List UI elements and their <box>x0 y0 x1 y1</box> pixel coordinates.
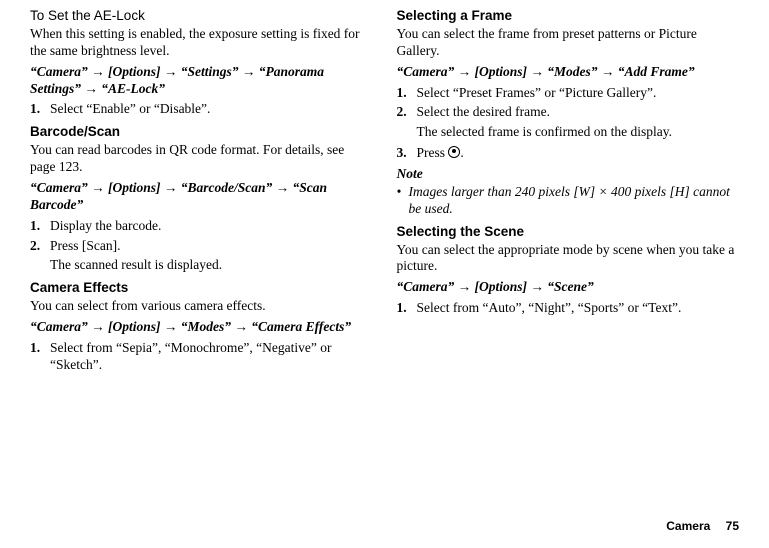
page: To Set the AE-Lock When this setting is … <box>0 0 769 548</box>
step-text: Select from “Auto”, “Night”, “Sports” or… <box>417 300 740 317</box>
right-column: Selecting a Frame You can select the fra… <box>397 8 740 377</box>
footer-section: Camera <box>666 519 710 533</box>
step-number: 2. <box>397 104 417 121</box>
scene-body: You can select the appropriate mode by s… <box>397 242 740 276</box>
step-text: Select from “Sepia”, “Monochrome”, “Nega… <box>50 340 373 374</box>
frame-step1: 1. Select “Preset Frames” or “Picture Ga… <box>397 85 740 102</box>
barcode-path: “Camera” → [Options] → “Barcode/Scan” → … <box>30 180 373 214</box>
barcode-heading: Barcode/Scan <box>30 124 373 141</box>
section-aelock: To Set the AE-Lock When this setting is … <box>30 8 373 118</box>
frame-path: “Camera” → [Options] → “Modes” → “Add Fr… <box>397 64 740 81</box>
step-number: 2. <box>30 238 50 255</box>
step-number: 1. <box>30 218 50 235</box>
step3-prefix: Press <box>417 145 449 160</box>
columns: To Set the AE-Lock When this setting is … <box>30 8 739 377</box>
section-note: Note • Images larger than 240 pixels [W]… <box>397 166 740 218</box>
step-text: Select the desired frame. <box>417 104 740 121</box>
step-number: 1. <box>30 101 50 118</box>
step-text: Press . <box>417 145 740 162</box>
barcode-body: You can read barcodes in QR code format.… <box>30 142 373 176</box>
note-item: • Images larger than 240 pixels [W] × 40… <box>397 184 740 218</box>
page-footer: Camera 75 <box>666 519 739 534</box>
aelock-step1: 1. Select “Enable” or “Disable”. <box>30 101 373 118</box>
step-text: Select “Preset Frames” or “Picture Galle… <box>417 85 740 102</box>
footer-page-number: 75 <box>726 519 739 533</box>
frame-step3: 3. Press . <box>397 145 740 162</box>
left-column: To Set the AE-Lock When this setting is … <box>30 8 373 377</box>
note-label: Note <box>397 166 740 183</box>
section-effects: Camera Effects You can select from vario… <box>30 280 373 373</box>
effects-body: You can select from various camera effec… <box>30 298 373 315</box>
scene-path: “Camera” → [Options] → “Scene” <box>397 279 740 296</box>
note-text: Images larger than 240 pixels [W] × 400 … <box>409 184 740 218</box>
step-number: 1. <box>397 85 417 102</box>
section-frame: Selecting a Frame You can select the fra… <box>397 8 740 162</box>
section-barcode: Barcode/Scan You can read barcodes in QR… <box>30 124 373 274</box>
step-number: 1. <box>397 300 417 317</box>
step-text: Select “Enable” or “Disable”. <box>50 101 373 118</box>
effects-step1: 1. Select from “Sepia”, “Monochrome”, “N… <box>30 340 373 374</box>
barcode-step1: 1. Display the barcode. <box>30 218 373 235</box>
effects-path: “Camera” → [Options] → “Modes” → “Camera… <box>30 319 373 336</box>
barcode-result: The scanned result is displayed. <box>50 257 373 274</box>
aelock-path: “Camera” → [Options] → “Settings” → “Pan… <box>30 64 373 98</box>
frame-step2: 2. Select the desired frame. <box>397 104 740 121</box>
scene-heading: Selecting the Scene <box>397 224 740 241</box>
aelock-body: When this setting is enabled, the exposu… <box>30 26 373 60</box>
barcode-step2: 2. Press [Scan]. <box>30 238 373 255</box>
frame-heading: Selecting a Frame <box>397 8 740 25</box>
frame-result: The selected frame is confirmed on the d… <box>417 124 740 141</box>
ok-button-icon <box>448 146 460 158</box>
section-scene: Selecting the Scene You can select the a… <box>397 224 740 317</box>
step3-suffix: . <box>460 145 463 160</box>
bullet-icon: • <box>397 184 409 218</box>
step-text: Press [Scan]. <box>50 238 373 255</box>
step-number: 1. <box>30 340 50 374</box>
scene-step1: 1. Select from “Auto”, “Night”, “Sports”… <box>397 300 740 317</box>
step-text: Display the barcode. <box>50 218 373 235</box>
frame-body: You can select the frame from preset pat… <box>397 26 740 60</box>
aelock-heading: To Set the AE-Lock <box>30 8 373 25</box>
step-number: 3. <box>397 145 417 162</box>
effects-heading: Camera Effects <box>30 280 373 297</box>
